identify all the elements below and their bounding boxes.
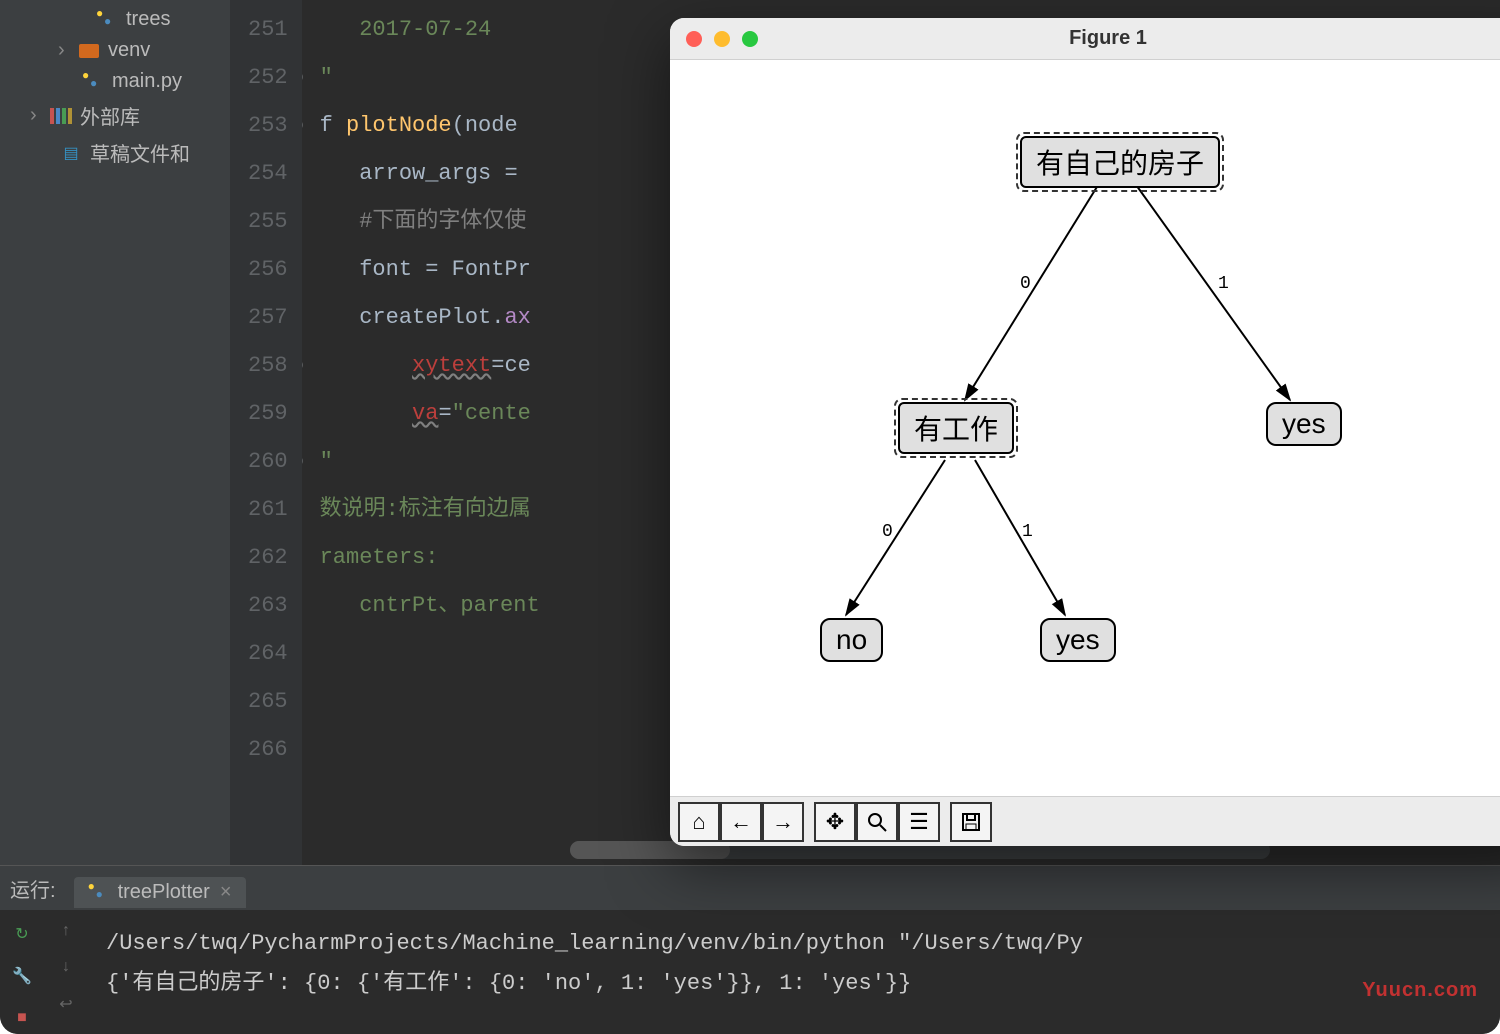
tree-node-root: 有自己的房子 [1020, 136, 1220, 188]
line-gutter: 2512522532542552562572582592602612622632… [230, 0, 302, 865]
pan-icon[interactable]: ✥ [814, 802, 856, 842]
stop-icon[interactable]: ■ [10, 1006, 34, 1030]
arrow-down-icon[interactable]: ↓ [62, 958, 70, 976]
line-number: 252 [248, 54, 288, 102]
sidebar-item-label: 外部库 [80, 101, 140, 130]
figure-titlebar[interactable]: Figure 1 [670, 18, 1500, 60]
sidebar-item-trees[interactable]: trees [0, 4, 230, 35]
sidebar-item-label: main.py [112, 70, 182, 93]
console-line: {'有自己的房子': {0: {'有工作': {0: 'no', 1: 'yes… [106, 964, 1500, 1004]
sidebar-item-venv[interactable]: › venv [0, 35, 230, 66]
line-number: 258 [248, 342, 288, 390]
line-number: 260 [248, 438, 288, 486]
sidebar-item-label: trees [126, 8, 170, 31]
tree-leaf-no: no [820, 618, 883, 662]
sidebar-item-main[interactable]: main.py [0, 66, 230, 97]
run-tab-label: treePlotter [118, 881, 210, 904]
minimize-window-icon[interactable] [714, 31, 730, 47]
line-number: 266 [248, 726, 288, 774]
figure-title: Figure 1 [670, 27, 1500, 50]
project-sidebar: trees › venv main.py › 外部库 ▤ 草稿文件和 [0, 0, 230, 865]
line-number: 257 [248, 294, 288, 342]
soft-wrap-icon[interactable]: ↩ [59, 994, 72, 1014]
zoom-icon[interactable] [856, 802, 898, 842]
line-number: 254 [248, 150, 288, 198]
line-number: 251 [248, 6, 288, 54]
line-number: 256 [248, 246, 288, 294]
rerun-icon[interactable]: ↻ [10, 922, 34, 946]
line-number: 265 [248, 678, 288, 726]
tree-leaf-yes: yes [1040, 618, 1116, 662]
save-icon[interactable] [950, 802, 992, 842]
line-number: 253 [248, 102, 288, 150]
sidebar-item-label: 草稿文件和 [90, 138, 190, 167]
watermark: Yuucn.com [1362, 979, 1478, 1002]
console-line: /Users/twq/PycharmProjects/Machine_learn… [106, 924, 1500, 964]
figure-window[interactable]: Figure 1 有自己的房子 有工作 yes no yes 0 1 0 1 ⌂… [670, 18, 1500, 846]
forward-icon[interactable]: → [762, 802, 804, 842]
figure-toolbar: ⌂ ← → ✥ ☰ [670, 796, 1500, 846]
run-label: 运行: [10, 874, 56, 903]
sidebar-item-scratches[interactable]: ▤ 草稿文件和 [0, 134, 230, 171]
configure-icon[interactable]: ☰ [898, 802, 940, 842]
scratch-icon: ▤ [60, 142, 82, 164]
chevron-right-icon: › [58, 39, 72, 62]
wrench-icon[interactable]: 🔧 [10, 964, 34, 988]
line-number: 262 [248, 534, 288, 582]
sidebar-item-external-libs[interactable]: › 外部库 [0, 97, 230, 134]
sidebar-item-label: venv [108, 39, 150, 62]
line-number: 261 [248, 486, 288, 534]
edge-label: 1 [1022, 522, 1033, 542]
library-icon [50, 105, 72, 127]
python-file-icon [88, 882, 108, 902]
run-body: ↻ 🔧 ■ ↑ ↓ ↩ /Users/twq/PycharmProjects/M… [0, 910, 1500, 1034]
edge-label: 0 [882, 522, 893, 542]
run-nav: ↑ ↓ ↩ [44, 910, 88, 1034]
run-toolbar: ↻ 🔧 ■ [0, 910, 44, 1034]
tree-leaf-right: yes [1266, 402, 1342, 446]
line-number: 263 [248, 582, 288, 630]
back-icon[interactable]: ← [720, 802, 762, 842]
close-icon[interactable]: × [220, 881, 232, 904]
figure-canvas[interactable]: 有自己的房子 有工作 yes no yes 0 1 0 1 [670, 60, 1500, 796]
edge-label: 0 [1020, 274, 1031, 294]
window-controls [686, 31, 758, 47]
arrow-up-icon[interactable]: ↑ [62, 922, 70, 940]
line-number: 255 [248, 198, 288, 246]
edge-label: 1 [1218, 274, 1229, 294]
run-tab[interactable]: treePlotter × [74, 877, 246, 908]
run-tabbar: 运行: treePlotter × [0, 866, 1500, 910]
home-icon[interactable]: ⌂ [678, 802, 720, 842]
close-window-icon[interactable] [686, 31, 702, 47]
python-file-icon [82, 71, 104, 93]
tree-node-left: 有工作 [898, 402, 1014, 454]
line-number: 259 [248, 390, 288, 438]
python-file-icon [96, 9, 118, 31]
folder-icon [78, 40, 100, 62]
run-panel: 运行: treePlotter × ↻ 🔧 ■ ↑ ↓ ↩ /Users/twq… [0, 865, 1500, 1034]
line-number: 264 [248, 630, 288, 678]
console-output[interactable]: /Users/twq/PycharmProjects/Machine_learn… [88, 910, 1500, 1034]
chevron-right-icon: › [30, 104, 44, 127]
zoom-window-icon[interactable] [742, 31, 758, 47]
